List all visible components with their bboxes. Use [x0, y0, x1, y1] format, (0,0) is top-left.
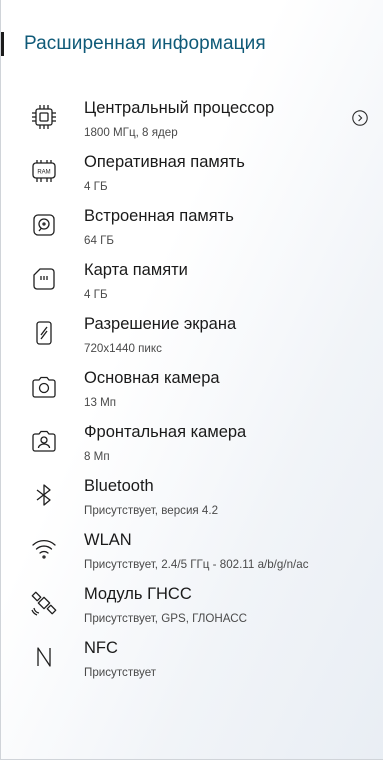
- spec-value: 64 ГБ: [84, 234, 115, 247]
- spec-label: Карта памяти: [84, 261, 188, 279]
- spec-item-front-camera[interactable]: Фронтальная камера 8 Мп: [1, 420, 383, 474]
- screen-resolution-icon: [29, 318, 59, 348]
- spec-value: 8 Мп: [84, 450, 110, 463]
- wifi-icon: [29, 534, 59, 564]
- ram-icon: RAM: [29, 156, 59, 186]
- spec-value: 1800 МГц, 8 ядер: [84, 126, 178, 139]
- spec-value: Присутствует, GPS, ГЛОНАСС: [84, 612, 248, 625]
- spec-item-cpu[interactable]: Центральный процессор 1800 МГц, 8 ядер: [1, 96, 383, 150]
- device-info-screen: Расширенная информация Центральный проце…: [0, 0, 383, 760]
- spec-label: Основная камера: [84, 369, 220, 387]
- sd-card-icon: [29, 264, 59, 294]
- spec-label: NFC: [84, 639, 118, 657]
- spec-item-ram[interactable]: RAM Оперативная память 4 ГБ: [1, 150, 383, 204]
- spec-value: 720x1440 пикс: [84, 342, 162, 355]
- spec-value: Присутствует: [84, 666, 157, 679]
- spec-label: Центральный процессор: [84, 99, 275, 117]
- bluetooth-icon: [29, 480, 59, 510]
- spec-label: Фронтальная камера: [84, 423, 247, 441]
- spec-value: Присутствует, 2.4/5 ГГц - 802.11 a/b/g/n…: [84, 558, 309, 571]
- spec-value: Присутствует, версия 4.2: [84, 504, 219, 517]
- spec-label: Оперативная память: [84, 153, 245, 171]
- ram-icon-text: RAM: [37, 170, 50, 176]
- spec-item-gnss[interactable]: Модуль ГНСС Присутствует, GPS, ГЛОНАСС: [1, 582, 383, 636]
- header: Расширенная информация: [1, 28, 383, 58]
- nfc-icon: [29, 642, 59, 672]
- title-marker: [1, 32, 4, 56]
- spec-item-bluetooth[interactable]: Bluetooth Присутствует, версия 4.2: [1, 474, 383, 528]
- spec-label: Модуль ГНСС: [84, 585, 192, 603]
- spec-item-screen-resolution[interactable]: Разрешение экрана 720x1440 пикс: [1, 312, 383, 366]
- spec-item-wlan[interactable]: WLAN Присутствует, 2.4/5 ГГц - 802.11 a/…: [1, 528, 383, 582]
- spec-label: Встроенная память: [84, 207, 234, 225]
- chevron-right-icon[interactable]: [351, 109, 369, 127]
- camera-icon: [29, 372, 59, 402]
- satellite-icon: [29, 588, 59, 618]
- spec-label: Разрешение экрана: [84, 315, 237, 333]
- spec-value: 13 Мп: [84, 396, 117, 409]
- storage-icon: [29, 210, 59, 240]
- spec-item-sd-card[interactable]: Карта памяти 4 ГБ: [1, 258, 383, 312]
- spec-item-nfc[interactable]: NFC Присутствует: [1, 636, 383, 690]
- page-title: Расширенная информация: [24, 33, 266, 54]
- cpu-icon: [29, 102, 59, 132]
- spec-label: WLAN: [84, 531, 132, 549]
- front-camera-icon: [29, 426, 59, 456]
- spec-value: 4 ГБ: [84, 288, 108, 301]
- spec-item-storage[interactable]: Встроенная память 64 ГБ: [1, 204, 383, 258]
- spec-label: Bluetooth: [84, 477, 154, 495]
- spec-value: 4 ГБ: [84, 180, 108, 193]
- spec-item-main-camera[interactable]: Основная камера 13 Мп: [1, 366, 383, 420]
